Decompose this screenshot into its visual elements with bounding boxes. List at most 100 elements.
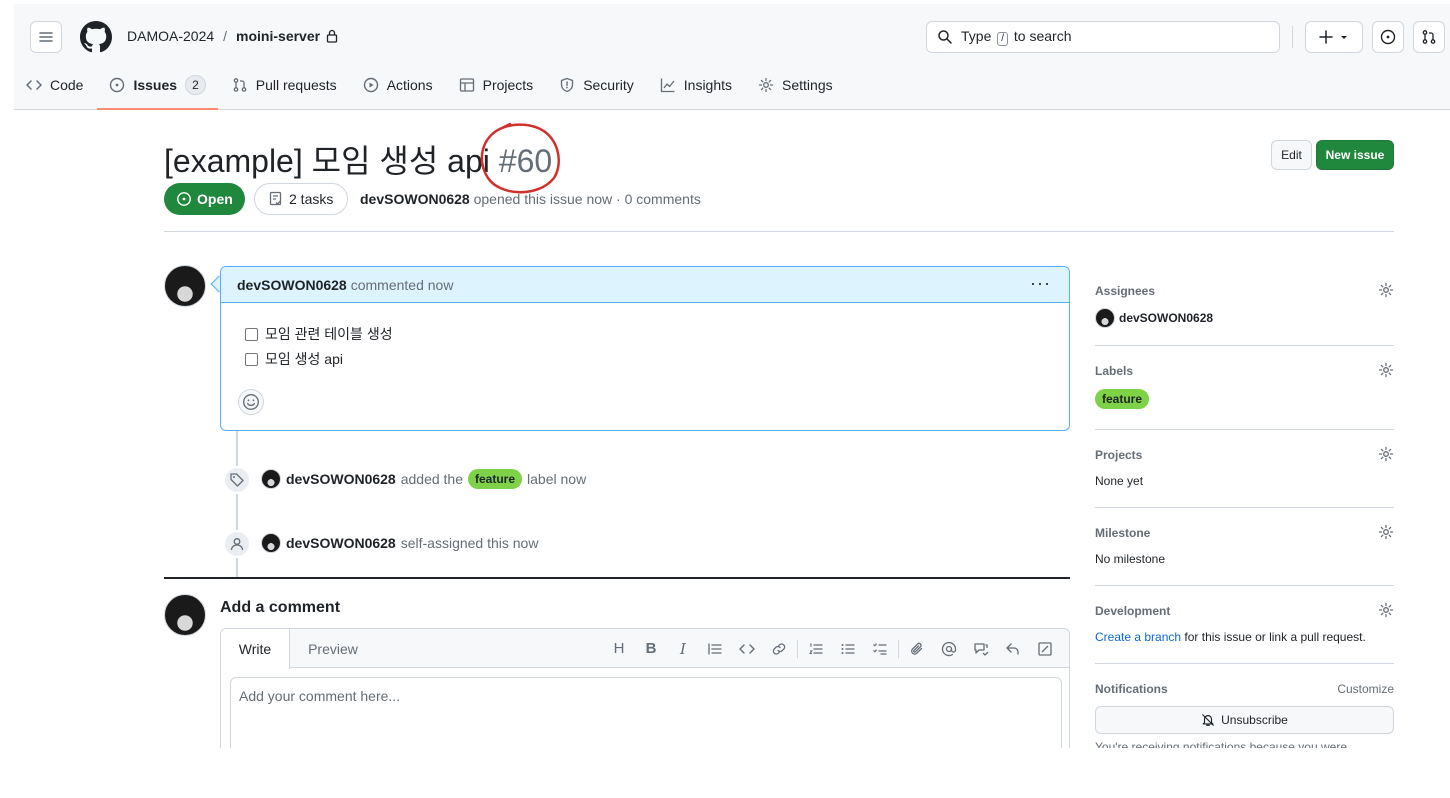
assignee-name: devSOWON0628: [1119, 311, 1214, 325]
task-checkbox[interactable]: [245, 327, 258, 341]
sidebar-heading: Notifications: [1095, 682, 1168, 696]
ordered-list-icon[interactable]: [800, 633, 832, 665]
avatar[interactable]: [164, 594, 206, 636]
link-icon[interactable]: [763, 633, 795, 665]
tab-code[interactable]: Code: [14, 66, 95, 104]
comment-action: commented now: [350, 276, 454, 293]
label-feature[interactable]: feature: [1095, 389, 1150, 409]
task-item: 모임 관련 테이블 생성: [245, 324, 393, 344]
tab-label: Issues: [133, 77, 178, 93]
issue-opened-icon: [110, 77, 125, 93]
issue-meta-text: opened this issue now · 0 comments: [473, 191, 701, 207]
tasks-pill[interactable]: 2 tasks: [254, 183, 349, 215]
issue-comment: devSOWON0628 commented now ··· 모임 관련 테이블…: [220, 266, 1070, 431]
task-list-icon[interactable]: [864, 633, 896, 665]
italic-icon[interactable]: I: [667, 633, 699, 665]
fullscreen-edit-icon[interactable]: [1029, 633, 1061, 665]
labels-list: feature: [1095, 389, 1150, 409]
toolbar-divider: [898, 639, 899, 658]
new-issue-button[interactable]: New issue: [1316, 140, 1394, 170]
sidebar-heading: Development: [1095, 604, 1171, 618]
menu-button[interactable]: [30, 21, 62, 53]
repo-name-link[interactable]: moini-server: [236, 28, 320, 44]
issues-shortcut-button[interactable]: [1372, 21, 1404, 53]
tab-label: Security: [583, 77, 634, 93]
lock-icon: [326, 29, 338, 43]
gear-icon[interactable]: [1378, 602, 1394, 618]
bold-icon[interactable]: B: [635, 633, 667, 665]
unordered-list-icon[interactable]: [832, 633, 864, 665]
comment-author-link[interactable]: devSOWON0628: [237, 277, 347, 293]
plus-icon: [1319, 30, 1333, 44]
development-text: Create a branch for this issue or link a…: [1095, 630, 1366, 644]
avatar[interactable]: [261, 469, 281, 489]
pull-requests-shortcut-button[interactable]: [1413, 21, 1445, 53]
screenshot-bottom-fade: [0, 748, 1450, 798]
graph-icon: [660, 78, 675, 93]
label-feature[interactable]: feature: [468, 469, 523, 489]
play-icon: [363, 77, 378, 93]
git-pull-request-icon: [233, 78, 247, 92]
quote-icon[interactable]: [699, 633, 731, 665]
add-comment-heading: Add a comment: [220, 599, 341, 616]
sidebar-heading: Assignees: [1095, 284, 1156, 298]
event-text: self-assigned this now: [400, 535, 539, 551]
gear-icon[interactable]: [1378, 362, 1394, 378]
tab-issues[interactable]: Issues 2: [97, 66, 219, 110]
tab-actions[interactable]: Actions: [351, 66, 445, 104]
cross-reference-icon[interactable]: [965, 633, 997, 665]
tab-projects[interactable]: Projects: [447, 66, 546, 104]
gear-icon[interactable]: [1378, 524, 1394, 540]
tab-write[interactable]: Write: [221, 629, 290, 669]
sidebar-heading: Projects: [1095, 448, 1143, 462]
issues-counter: 2: [185, 75, 206, 95]
tab-pull-requests[interactable]: Pull requests: [220, 66, 349, 104]
timeline-badge: [223, 466, 251, 494]
code-icon[interactable]: [731, 633, 763, 665]
comment-editor: Write Preview H B I Add your comment her…: [220, 628, 1070, 768]
comment-header: devSOWON0628 commented now ···: [221, 267, 1069, 303]
edit-button[interactable]: Edit: [1271, 140, 1312, 170]
issue-title-text: [example] 모임 생성 api: [164, 143, 490, 179]
sidebar-heading: Labels: [1095, 364, 1134, 378]
issue-author-link[interactable]: devSOWON0628: [360, 191, 470, 207]
search-prefix: Type: [961, 28, 992, 44]
avatar[interactable]: [261, 533, 281, 553]
avatar[interactable]: [164, 265, 206, 307]
tab-preview[interactable]: Preview: [290, 629, 376, 668]
event-author-link[interactable]: devSOWON0628: [286, 535, 396, 551]
search-icon: [938, 30, 952, 44]
hamburger-icon: [39, 32, 53, 42]
github-logo-icon[interactable]: [80, 21, 112, 53]
gear-icon[interactable]: [1378, 282, 1394, 298]
mention-icon[interactable]: [933, 633, 965, 665]
status-text: Open: [197, 191, 233, 207]
task-label: 모임 관련 테이블 생성: [265, 326, 393, 342]
customize-link[interactable]: Customize: [1337, 682, 1394, 696]
kebab-menu-icon[interactable]: ···: [1030, 273, 1051, 294]
repo-owner-link[interactable]: DAMOA-2024: [127, 28, 214, 44]
tab-security[interactable]: Security: [547, 66, 646, 104]
event-author-link[interactable]: devSOWON0628: [286, 471, 396, 487]
reply-icon[interactable]: [997, 633, 1029, 665]
sidebar-assignees: Assignees devSOWON0628: [1095, 282, 1394, 346]
caret-down-icon: [1341, 36, 1347, 39]
heading-icon[interactable]: H: [603, 633, 635, 665]
projects-value: None yet: [1095, 474, 1144, 488]
unsubscribe-button[interactable]: Unsubscribe: [1095, 706, 1394, 734]
paperclip-icon[interactable]: [901, 633, 933, 665]
add-reaction-button[interactable]: [238, 389, 264, 415]
create-branch-link[interactable]: Create a branch: [1095, 630, 1181, 644]
search-input[interactable]: Type / to search: [926, 21, 1280, 53]
gear-icon[interactable]: [1378, 446, 1394, 462]
checklist-icon: [269, 191, 282, 206]
tab-insights[interactable]: Insights: [648, 66, 744, 104]
task-checkbox[interactable]: [245, 352, 258, 366]
red-circle-annotation: [480, 122, 560, 194]
assignee-item[interactable]: devSOWON0628: [1095, 308, 1213, 328]
issue-meta: devSOWON0628 opened this issue now · 0 c…: [360, 191, 701, 207]
tab-settings[interactable]: Settings: [746, 66, 845, 104]
create-new-button[interactable]: [1305, 21, 1363, 53]
tasks-count: 2 tasks: [289, 191, 334, 207]
issue-opened-icon: [177, 192, 191, 206]
